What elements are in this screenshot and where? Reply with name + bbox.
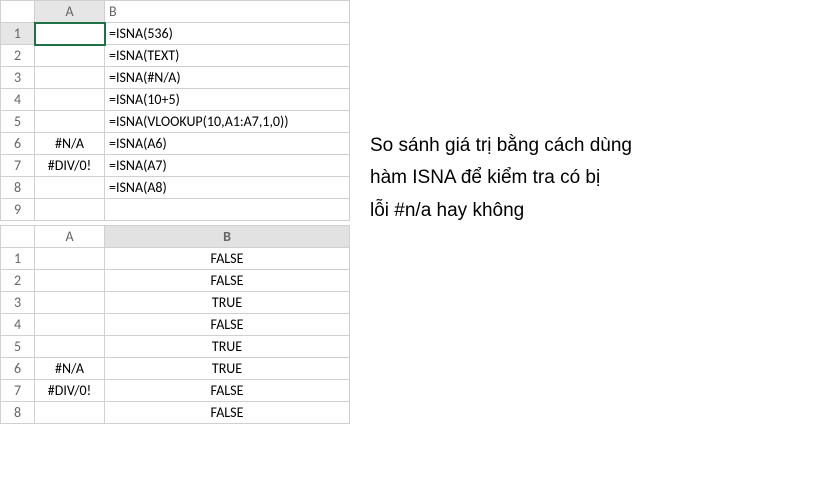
cell-a3b[interactable]	[35, 292, 105, 314]
cell-a7[interactable]: #DIV/0!	[35, 155, 105, 177]
cell-b7[interactable]: =ISNA(A7)	[105, 155, 350, 177]
caption-line-3: lỗi #n/a hay không	[370, 200, 524, 221]
cell-b6b[interactable]: TRUE	[105, 358, 350, 380]
cell-a6b[interactable]: #N/A	[35, 358, 105, 380]
select-all-corner-2[interactable]	[1, 226, 35, 248]
cell-a5b[interactable]	[35, 336, 105, 358]
cell-a1[interactable]	[35, 23, 105, 45]
cell-a5[interactable]	[35, 111, 105, 133]
results-table: A B 1 FALSE 2 FALSE 3 TRUE 4 FALSE	[0, 225, 350, 424]
row-header-4b[interactable]: 4	[1, 314, 35, 336]
row-header-8[interactable]: 8	[1, 177, 35, 199]
caption-line-1: So sánh giá trị bằng cách dùng	[370, 135, 632, 156]
spreadsheet-area: A B 1 =ISNA(536) 2 =ISNA(TEXT) 3 =ISNA(#…	[0, 0, 350, 424]
cell-a1b[interactable]	[35, 248, 105, 270]
cell-a4b[interactable]	[35, 314, 105, 336]
cell-b4[interactable]: =ISNA(10+5)	[105, 89, 350, 111]
cell-a3[interactable]	[35, 67, 105, 89]
col-header-b-2[interactable]: B	[105, 226, 350, 248]
row-header-4[interactable]: 4	[1, 89, 35, 111]
row-header-5b[interactable]: 5	[1, 336, 35, 358]
cell-b9[interactable]	[105, 199, 350, 221]
cell-b6[interactable]: =ISNA(A6)	[105, 133, 350, 155]
cell-b8[interactable]: =ISNA(A8)	[105, 177, 350, 199]
cell-b5[interactable]: =ISNA(VLOOKUP(10,A1:A7,1,0))	[105, 111, 350, 133]
cell-b7b[interactable]: FALSE	[105, 380, 350, 402]
caption-line-2: hàm ISNA để kiểm tra có bị	[370, 167, 600, 188]
cell-b3[interactable]: =ISNA(#N/A)	[105, 67, 350, 89]
cell-a9[interactable]	[35, 199, 105, 221]
row-header-1b[interactable]: 1	[1, 248, 35, 270]
row-header-2[interactable]: 2	[1, 45, 35, 67]
cell-b5b[interactable]: TRUE	[105, 336, 350, 358]
cell-a7b[interactable]: #DIV/0!	[35, 380, 105, 402]
row-header-3b[interactable]: 3	[1, 292, 35, 314]
formulas-table: A B 1 =ISNA(536) 2 =ISNA(TEXT) 3 =ISNA(#…	[0, 0, 350, 221]
cell-a2b[interactable]	[35, 270, 105, 292]
row-header-7[interactable]: 7	[1, 155, 35, 177]
row-header-1[interactable]: 1	[1, 23, 35, 45]
col-header-a[interactable]: A	[35, 1, 105, 23]
row-header-2b[interactable]: 2	[1, 270, 35, 292]
cell-b4b[interactable]: FALSE	[105, 314, 350, 336]
cell-a2[interactable]	[35, 45, 105, 67]
cell-b1b[interactable]: FALSE	[105, 248, 350, 270]
cell-a6[interactable]: #N/A	[35, 133, 105, 155]
cell-b1[interactable]: =ISNA(536)	[105, 23, 350, 45]
row-header-9[interactable]: 9	[1, 199, 35, 221]
cell-b2b[interactable]: FALSE	[105, 270, 350, 292]
explanation-text: So sánh giá trị bằng cách dùng hàm ISNA …	[350, 0, 642, 227]
cell-b2[interactable]: =ISNA(TEXT)	[105, 45, 350, 67]
col-header-a-2[interactable]: A	[35, 226, 105, 248]
row-header-6[interactable]: 6	[1, 133, 35, 155]
row-header-6b[interactable]: 6	[1, 358, 35, 380]
row-header-3[interactable]: 3	[1, 67, 35, 89]
select-all-corner[interactable]	[1, 1, 35, 23]
row-header-8b[interactable]: 8	[1, 402, 35, 424]
row-header-5[interactable]: 5	[1, 111, 35, 133]
cell-a8[interactable]	[35, 177, 105, 199]
cell-a8b[interactable]	[35, 402, 105, 424]
cell-a4[interactable]	[35, 89, 105, 111]
cell-b3b[interactable]: TRUE	[105, 292, 350, 314]
cell-b8b[interactable]: FALSE	[105, 402, 350, 424]
row-header-7b[interactable]: 7	[1, 380, 35, 402]
col-header-b[interactable]: B	[105, 1, 350, 23]
